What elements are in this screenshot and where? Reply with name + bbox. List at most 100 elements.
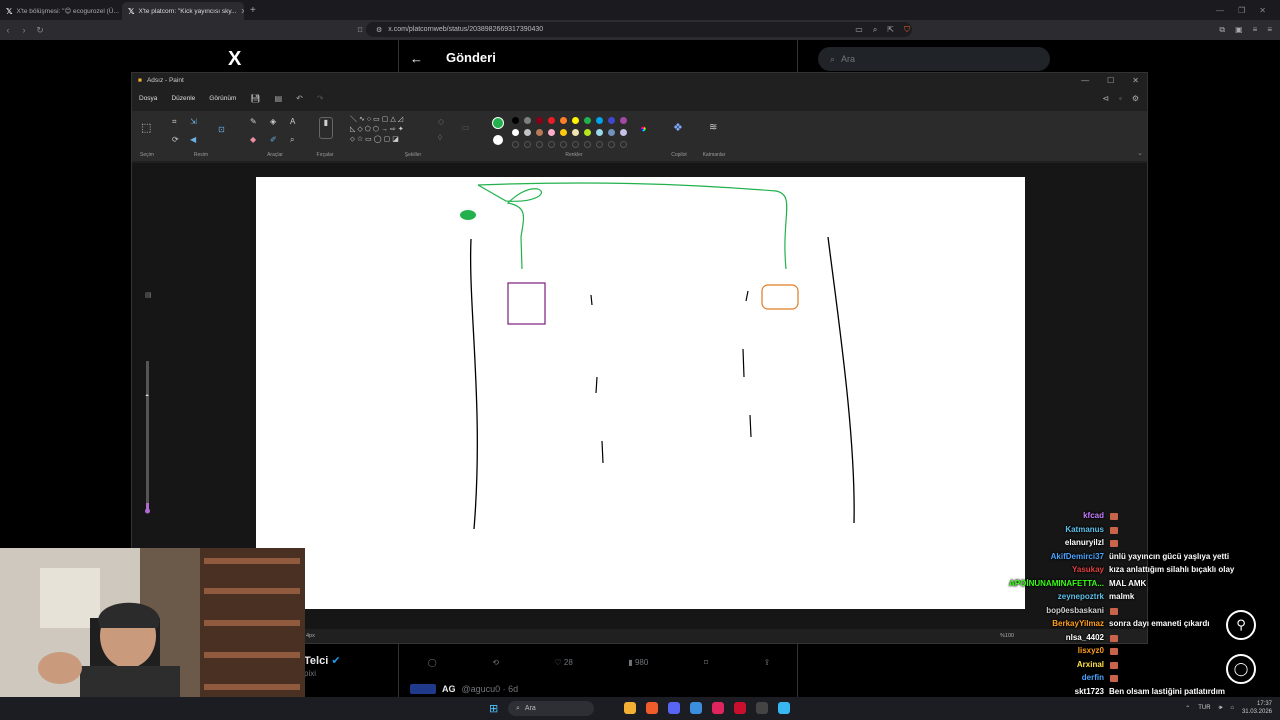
palette-swatch[interactable] <box>608 117 615 124</box>
layers-icon[interactable]: ≋ <box>709 122 717 133</box>
playlist-icon[interactable]: ≡ <box>1253 25 1258 35</box>
menu-edit[interactable]: Düzenle <box>171 95 195 102</box>
palette-swatch[interactable] <box>584 129 591 136</box>
open-icon[interactable]: ▤ <box>275 94 283 103</box>
select-rectangle-icon[interactable]: ⬚ <box>141 121 151 134</box>
palette-swatch[interactable] <box>584 117 591 124</box>
chat-bubble-icon[interactable]: ◯ <box>1226 654 1256 684</box>
author-name[interactable]: Telci ✔ <box>304 654 341 667</box>
windows-start-icon[interactable]: ⊞ <box>489 702 501 715</box>
chat-username[interactable]: bop0esbaskani <box>1046 606 1104 615</box>
palette-swatch[interactable] <box>512 129 519 136</box>
menu-view[interactable]: Görünüm <box>209 95 236 102</box>
chat-username[interactable]: kfcad <box>1083 511 1104 520</box>
palette-swatch[interactable] <box>608 129 615 136</box>
copilot-icon[interactable]: ❖ <box>673 121 683 134</box>
app-icon[interactable] <box>690 702 702 714</box>
repost-icon[interactable]: ⟲ <box>492 658 499 667</box>
palette-swatch[interactable] <box>620 129 627 136</box>
palette-swatch[interactable] <box>560 129 567 136</box>
chat-username[interactable]: BerkayYilmaz <box>1052 619 1104 628</box>
reload-icon[interactable]: ↻ <box>32 25 48 36</box>
new-tab-button[interactable]: + <box>244 5 262 16</box>
palette-swatch[interactable] <box>620 117 627 124</box>
address-bar[interactable]: ⚙ x.com/platcornweb/status/2038982669317… <box>366 22 912 37</box>
palette-swatch[interactable] <box>596 117 603 124</box>
views-button[interactable]: ▮ 980 <box>628 658 648 667</box>
share-post-icon[interactable]: ⇪ <box>763 658 770 667</box>
drawing-canvas[interactable] <box>256 177 1025 609</box>
undo-icon[interactable]: ↶ <box>296 94 303 103</box>
rotate-icon[interactable]: ⟳ <box>172 135 179 144</box>
flip-icon[interactable]: ◀ <box>190 135 196 144</box>
image-select-icon[interactable]: ⊡ <box>218 125 225 134</box>
chat-username[interactable]: APOİNUNAMINAFETTA... <box>1009 579 1104 588</box>
minimize-button[interactable]: — <box>1216 6 1224 15</box>
x-logo[interactable]: X <box>228 48 241 71</box>
palette-swatch[interactable] <box>572 117 579 124</box>
language-indicator[interactable]: TUR <box>1198 705 1210 711</box>
custom-color-slot[interactable] <box>560 141 567 148</box>
text-icon[interactable]: A <box>290 117 295 126</box>
share-icon[interactable]: ⊲ <box>1102 94 1109 103</box>
chat-username[interactable]: Katmanus <box>1065 525 1104 534</box>
taskbar-search[interactable]: ⌕ Ara <box>508 701 594 716</box>
pencil-icon[interactable]: ✎ <box>250 117 257 126</box>
paint-taskbar-icon[interactable] <box>778 702 790 714</box>
bookmark-post-icon[interactable]: ⌑ <box>704 658 708 667</box>
save-icon[interactable]: 💾︎ <box>250 94 260 103</box>
palette-swatch[interactable] <box>548 129 555 136</box>
reply-icon[interactable]: ◯ <box>428 658 437 667</box>
custom-color-slot[interactable] <box>512 141 519 148</box>
browser-tab-1[interactable]: 𝕏 X'te bölüşmesi: "😊 ecogurozel (Ü... <box>0 2 122 20</box>
install-icon[interactable]: ▭ <box>855 25 863 35</box>
brave-browser-icon[interactable] <box>646 702 658 714</box>
chat-username[interactable]: Arxinal <box>1077 660 1104 669</box>
chat-username[interactable]: skt1723 <box>1075 687 1104 696</box>
palette-swatch[interactable] <box>548 117 555 124</box>
shapes-gallery[interactable]: ＼∿○▭▢△◿ ◺◇⬠⬡→⇨✦ ⬦☆▭◯▢◪ <box>350 115 430 145</box>
custom-color-slot[interactable] <box>524 141 531 148</box>
palette-swatch[interactable] <box>524 117 531 124</box>
browser-tab-2[interactable]: 𝕏 X'te platcorn: "Kick yayıncısı sky... … <box>122 2 244 20</box>
zoom-icon[interactable]: ⌕ <box>873 25 877 35</box>
palette-swatch[interactable] <box>572 129 579 136</box>
pin-icon[interactable]: ⚲ <box>1226 610 1256 640</box>
back-arrow-icon[interactable]: ← <box>410 51 423 66</box>
palette-swatch[interactable] <box>560 117 567 124</box>
network-icon[interactable]: ⌂ <box>1230 705 1234 711</box>
settings-gear-icon[interactable]: ⚙ <box>1132 94 1139 103</box>
tray-chevron-icon[interactable]: ⌃ <box>1185 705 1190 712</box>
like-button[interactable]: ♡ 28 <box>554 658 572 667</box>
custom-color-slot[interactable] <box>596 141 603 148</box>
fill-bucket-icon[interactable]: ◈ <box>270 117 276 126</box>
back-icon[interactable]: ‹ <box>0 25 16 35</box>
resize-icon[interactable]: ⇲ <box>190 117 197 126</box>
color-picker-icon[interactable]: ✐ <box>270 135 277 144</box>
edit-colors-icon[interactable]: ● <box>640 123 647 135</box>
wallet-icon[interactable]: ▣ <box>1235 25 1243 35</box>
palette-swatch[interactable] <box>536 117 543 124</box>
discord-icon[interactable] <box>668 702 680 714</box>
avatar[interactable] <box>410 684 436 694</box>
collapse-ribbon-icon[interactable]: ⌄ <box>1137 149 1143 157</box>
chat-username[interactable]: Yasukay <box>1072 565 1104 574</box>
secondary-color-swatch[interactable] <box>493 135 503 145</box>
paint-minimize-button[interactable]: — <box>1081 76 1089 85</box>
account-icon[interactable]: ◦ <box>1119 94 1122 103</box>
custom-color-slot[interactable] <box>608 141 615 148</box>
app-icon[interactable] <box>734 702 746 714</box>
taskbar-clock[interactable]: 17:37 31.03.2026 <box>1242 700 1272 716</box>
palette-swatch[interactable] <box>524 129 531 136</box>
custom-color-slot[interactable] <box>620 141 627 148</box>
file-explorer-icon[interactable] <box>624 702 636 714</box>
custom-color-slot[interactable] <box>572 141 579 148</box>
palette-swatch[interactable] <box>596 129 603 136</box>
chat-username[interactable]: nlsa_4402 <box>1066 633 1104 642</box>
chat-username[interactable]: zeynepoztrk <box>1058 592 1104 601</box>
brave-shield-icon[interactable]: ⛉ <box>904 25 910 35</box>
primary-color-swatch[interactable] <box>492 117 504 129</box>
volume-icon[interactable]: 🕪︎ <box>1219 705 1223 712</box>
forward-icon[interactable]: › <box>16 25 32 35</box>
fill-icon[interactable]: ◊ <box>438 133 442 142</box>
